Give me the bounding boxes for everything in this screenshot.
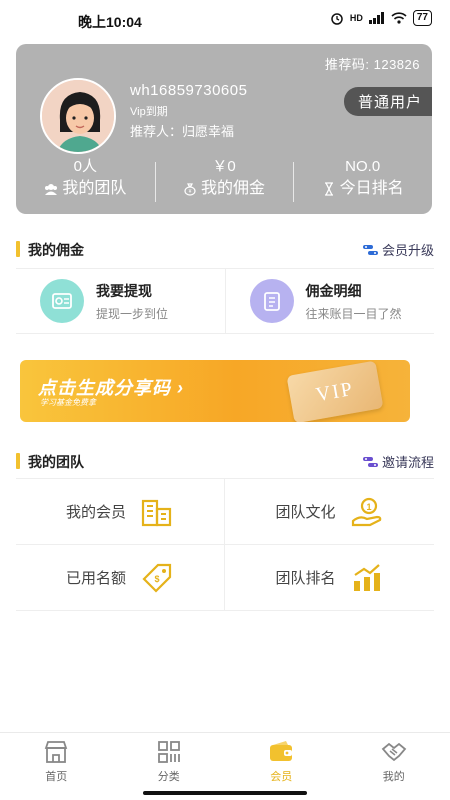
stat-label: 今日排名 [339,180,404,197]
stat-value: ￥0 [212,158,236,175]
wifi-icon [391,12,407,24]
alarm-icon [331,13,343,25]
team-section-header: 我的团队 邀请流程 [16,450,434,472]
referrer: 推荐人：归愿幸福 [130,124,235,139]
section-title: 我的佣金 [28,242,84,258]
stat-my-commission[interactable]: ￥0 ¥ 我的佣金 [154,156,294,208]
section-accent-bar [16,241,20,257]
signal-icon [368,12,384,24]
vip-status: Vip到期 [130,106,168,118]
withdraw-subtitle: 提现一步到位 [96,306,169,321]
link-label: 邀请流程 [381,455,434,470]
svg-text:¥: ¥ [189,189,192,195]
team-grid: 我的会员 团队文化 1 已用名额 $ 团队排名 [16,478,434,611]
profile-card: 推荐码: 123826 wh16859730605 Vip到期 推荐人：归愿幸福… [16,44,432,214]
stat-today-rank[interactable]: NO.0 今日排名 [293,156,432,208]
commission-detail-subtitle: 往来账目一目了然 [305,306,402,321]
tab-label: 会员 [270,771,293,783]
referral-code: 推荐码: 123826 [324,57,420,72]
stat-label: 我的佣金 [201,180,266,197]
stat-label: 我的团队 [62,180,127,197]
withdraw-item[interactable]: 我要提现 提现一步到位 [16,269,225,333]
ledger-icon-circle [249,279,294,323]
username: wh16859730605 [130,82,248,99]
stat-value: NO.0 [345,158,381,175]
hourglass-icon [324,182,333,196]
wallet-icon [270,741,293,761]
status-bar: 晚上10:04 HD 77 [0,0,450,38]
status-time: 晚上10:04 [78,14,142,30]
withdraw-title: 我要提现 [96,282,152,299]
item-label: 我的会员 [65,504,126,521]
status-icons: HD 77 [330,10,432,26]
stat-my-team[interactable]: 0人 我的团队 [16,156,155,208]
handshake-icon [381,742,407,762]
user-type-badge[interactable]: 普通用户 [343,87,432,116]
team-ranking-item[interactable]: 团队排名 [225,545,434,611]
share-code-banner[interactable]: 点击生成分享码 › 学习基金免费拿 VIP [20,360,410,422]
network-label: HD [349,13,363,23]
building-icon [141,499,172,526]
exchange-icon [362,456,378,467]
section-title: 我的团队 [28,454,84,470]
svg-text:1: 1 [366,502,371,512]
ledger-icon [263,292,280,311]
withdraw-icon-circle [40,279,84,323]
battery-icon: 77 [412,10,432,26]
svg-text:$: $ [154,574,159,584]
coin-hand-icon: 1 [351,497,381,526]
team-icon [45,184,58,195]
price-tag-icon: $ [142,563,172,593]
stats-row: 0人 我的团队 ￥0 ¥ 我的佣金 NO.0 今日排名 [16,156,432,208]
section-accent-bar [16,453,20,469]
commission-row: 我要提现 提现一步到位 佣金明细 往来账目一目了然 [16,268,434,334]
item-label: 团队文化 [275,504,336,521]
invite-process-link[interactable]: 邀请流程 [362,452,434,471]
member-upgrade-link[interactable]: 会员升级 [362,240,434,259]
bar-chart-icon [353,563,380,591]
tab-label: 分类 [157,771,180,783]
home-indicator[interactable] [143,791,307,795]
used-quota-item[interactable]: 已用名额 $ [16,545,225,611]
tab-home[interactable]: 首页 [0,733,113,790]
item-label: 已用名额 [65,570,126,587]
tab-category[interactable]: 分类 [113,733,226,790]
shop-icon [45,741,68,763]
exchange-icon [362,244,378,255]
banner-subtitle: 学习基金免费拿 [40,398,96,407]
tab-label: 首页 [45,771,68,783]
commission-detail-title: 佣金明细 [305,282,362,299]
avatar[interactable] [40,78,116,154]
vip-card-image: VIP [286,360,384,422]
tab-mine[interactable]: 我的 [338,733,450,790]
money-bag-icon: ¥ [184,183,196,196]
withdraw-icon [52,293,72,309]
commission-section-header: 我的佣金 会员升级 [16,238,434,260]
commission-detail-item[interactable]: 佣金明细 往来账目一目了然 [224,269,435,333]
team-culture-item[interactable]: 团队文化 1 [225,479,434,545]
tab-member[interactable]: 会员 [225,733,338,790]
stat-value: 0人 [73,158,97,175]
my-members-item[interactable]: 我的会员 [16,479,225,545]
tab-label: 我的 [382,771,405,783]
avatar-icon [42,80,114,152]
bottom-tab-bar: 首页 分类 会员 我的 [0,732,450,790]
item-label: 团队排名 [275,570,336,587]
link-label: 会员升级 [381,243,434,258]
grid-icon [157,741,180,763]
